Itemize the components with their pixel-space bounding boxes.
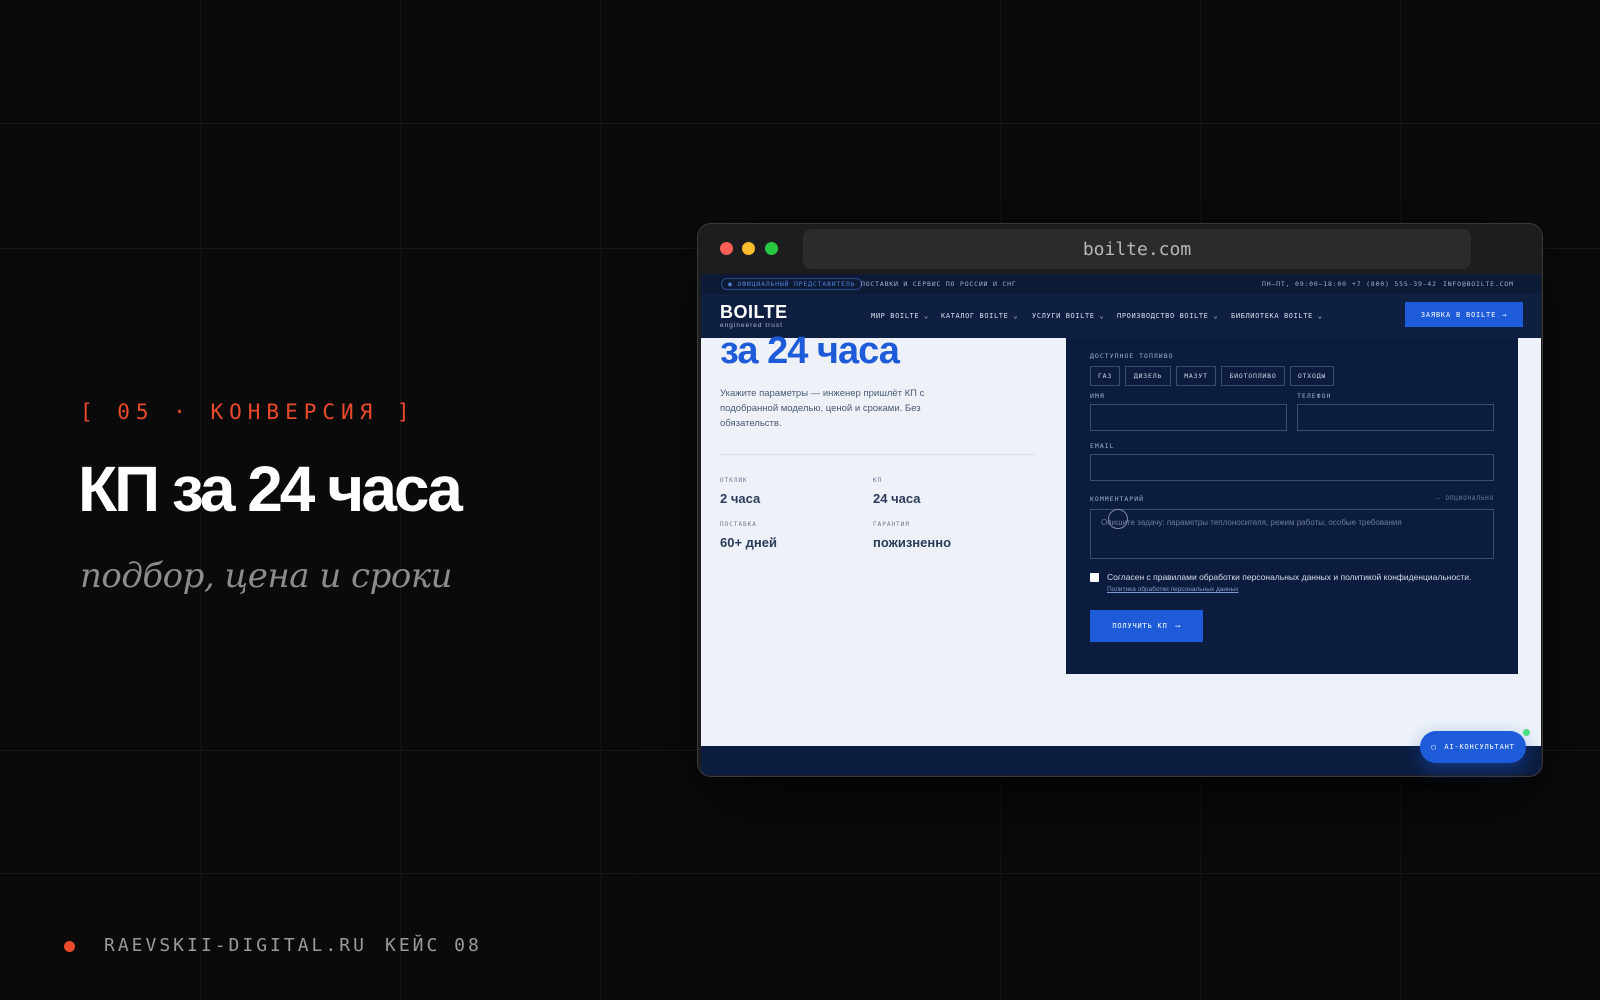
comment-label: КОММЕНТАРИЙ	[1090, 495, 1145, 503]
get-offer-button[interactable]: ПОЛУЧИТЬ КП ⟶	[1090, 610, 1203, 642]
maximize-window-icon[interactable]	[765, 242, 778, 255]
chevron-down-icon: ⌄	[1213, 312, 1219, 320]
slide-title: КП за 24 часа	[78, 453, 463, 525]
email-label: EMAIL	[1090, 442, 1115, 450]
nav-item-library[interactable]: БИБЛИОТЕКА BOILTE ⌄	[1231, 312, 1323, 320]
browser-chrome: boilte.com	[698, 224, 1542, 274]
fuel-label: ДОСТУПНОЕ ТОПЛИВО	[1090, 352, 1174, 360]
request-button[interactable]: ЗАЯВКА В BOILTE →	[1405, 302, 1523, 327]
stat-label: ПОСТАВКА	[720, 521, 757, 528]
arrow-right-icon: ⟶	[1175, 622, 1181, 630]
chat-icon: ▢	[1431, 743, 1437, 751]
footer-dot-icon	[64, 941, 75, 952]
grid-line	[0, 873, 1600, 874]
browser-window: boilte.com ● ОФИЦИАЛЬНЫЙ ПРЕДСТАВИТЕЛЬ П…	[697, 223, 1543, 777]
stat-label: КП	[873, 477, 883, 484]
close-window-icon[interactable]	[720, 242, 733, 255]
comment-textarea[interactable]	[1091, 510, 1493, 558]
arrow-right-icon: →	[1502, 310, 1508, 319]
section-eyebrow: [ 05 · КОНВЕРСИЯ ]	[80, 400, 416, 424]
chevron-down-icon: ⌄	[1317, 312, 1323, 320]
online-status-icon	[1523, 729, 1530, 736]
stat-value: 24 часа	[873, 491, 921, 506]
email-field[interactable]	[1090, 454, 1494, 481]
name-label: ИМЯ	[1090, 392, 1105, 400]
nav-label: БИБЛИОТЕКА BOILTE	[1231, 312, 1313, 320]
comment-optional-hint: — ОПЦИОНАЛЬНО	[1436, 495, 1494, 502]
nav-label: УСЛУГИ BOILTE	[1032, 312, 1095, 320]
delivery-note: ПОСТАВКИ И СЕРВИС ПО РОССИИ И СНГ	[861, 280, 1017, 288]
name-input[interactable]	[1091, 405, 1286, 430]
stat-value: 60+ дней	[720, 535, 777, 550]
nav-item-services[interactable]: УСЛУГИ BOILTE ⌄	[1032, 312, 1104, 320]
email-link[interactable]: INFO@BOILTE.COM	[1443, 280, 1514, 288]
site-topbar: ● ОФИЦИАЛЬНЫЙ ПРЕДСТАВИТЕЛЬ ПОСТАВКИ И С…	[701, 274, 1541, 294]
ai-consultant-button[interactable]: ▢ AI-КОНСУЛЬТАНТ	[1420, 731, 1526, 763]
fuel-chip-biofuel[interactable]: БИОТОПЛИВО	[1221, 366, 1285, 386]
nav-item-production[interactable]: ПРОИЗВОДСТВО BOILTE ⌄	[1117, 312, 1218, 320]
cursor-indicator	[1108, 509, 1128, 529]
fuel-chip-diesel[interactable]: ДИЗЕЛЬ	[1125, 366, 1171, 386]
phone-label: ТЕЛЕФОН	[1297, 392, 1332, 400]
ai-consultant-label: AI-КОНСУЛЬТАНТ	[1444, 743, 1515, 751]
nav-item-world[interactable]: МИР BOILTE ⌄	[871, 312, 929, 320]
phone-input[interactable]	[1298, 405, 1493, 430]
nav-label: КАТАЛОГ BOILTE	[941, 312, 1009, 320]
chevron-down-icon: ⌄	[1013, 312, 1019, 320]
hero-description: Укажите параметры — инженер пришлёт КП с…	[720, 388, 925, 429]
page-viewport: ● ОФИЦИАЛЬНЫЙ ПРЕДСТАВИТЕЛЬ ПОСТАВКИ И С…	[701, 274, 1541, 775]
footer-site: RAEVSKII-DIGITAL.RU	[104, 935, 367, 956]
stat-value: пожизненно	[873, 535, 952, 550]
consent-label: Согласен с правилами обработки персональ…	[1107, 572, 1472, 582]
grid-line	[0, 123, 1600, 124]
slide-subtitle: подбор, цена и сроки	[80, 556, 453, 596]
minimize-window-icon[interactable]	[742, 242, 755, 255]
stat-label: ГАРАНТИЯ	[873, 521, 910, 528]
chevron-down-icon: ⌄	[923, 312, 929, 320]
chevron-down-icon: ⌄	[1099, 312, 1105, 320]
request-button-label: ЗАЯВКА В BOILTE	[1420, 310, 1497, 319]
fuel-chip-waste[interactable]: ОТХОДЫ	[1290, 366, 1334, 386]
fuel-chip-fuel-oil[interactable]: МАЗУТ	[1176, 366, 1216, 386]
working-hours: ПН–ПТ, 09:00–18:00	[1262, 280, 1347, 288]
request-form: ДОСТУПНОЕ ТОПЛИВО ГАЗ ДИЗЕЛЬ МАЗУТ БИОТО…	[1066, 338, 1518, 674]
email-input[interactable]	[1091, 455, 1493, 480]
stat-label: ОТКЛИК	[720, 477, 748, 484]
phone-field[interactable]	[1297, 404, 1494, 431]
nav-item-catalog[interactable]: КАТАЛОГ BOILTE ⌄	[941, 312, 1018, 320]
nav-label: ПРОИЗВОДСТВО BOILTE	[1117, 312, 1209, 320]
logo-tagline: engineered trust	[720, 322, 783, 329]
official-badge: ● ОФИЦИАЛЬНЫЙ ПРЕДСТАВИТЕЛЬ	[721, 278, 863, 290]
nav-label: МИР BOILTE	[871, 312, 920, 320]
footer-case-number: КЕЙС 08	[385, 935, 482, 956]
grid-line	[600, 0, 601, 1000]
page-footer-band	[701, 746, 1541, 775]
comment-field[interactable]	[1090, 509, 1494, 559]
name-field[interactable]	[1090, 404, 1287, 431]
hero-heading: за 24 часа	[720, 330, 900, 372]
divider	[720, 454, 1035, 455]
site-logo[interactable]: BOILTE	[720, 302, 788, 323]
phone-link[interactable]: +7 (800) 555-39-42	[1352, 280, 1437, 288]
privacy-policy-link[interactable]: Политика обработки персональных данных	[1107, 586, 1239, 593]
address-bar[interactable]: boilte.com	[803, 229, 1471, 269]
stat-value: 2 часа	[720, 491, 761, 506]
consent-checkbox[interactable]	[1090, 573, 1099, 582]
fuel-chip-gas[interactable]: ГАЗ	[1090, 366, 1120, 386]
get-offer-button-label: ПОЛУЧИТЬ КП	[1112, 622, 1168, 630]
